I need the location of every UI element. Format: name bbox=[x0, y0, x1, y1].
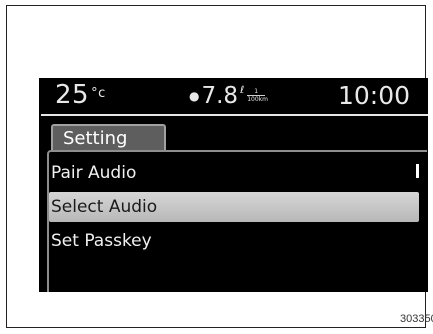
status-bar: 25 °c ●7.8 ℓ 1 100km 10:00 bbox=[39, 78, 428, 116]
menu-title-tab: Setting bbox=[51, 124, 166, 152]
temperature-value: 25 bbox=[55, 80, 90, 110]
status-divider bbox=[41, 114, 428, 116]
temperature-unit: °c bbox=[91, 86, 106, 101]
display-screen: 25 °c ●7.8 ℓ 1 100km 10:00 Setting Pair Audi… bbox=[39, 78, 428, 292]
fraction-numerator: 1 bbox=[254, 88, 259, 95]
fuel-economy-icon: ● bbox=[189, 89, 200, 103]
menu-panel: Pair Audio Select Audio Set Passkey bbox=[47, 150, 427, 292]
menu-item-select-audio[interactable]: Select Audio bbox=[49, 192, 419, 222]
figure-code: 303350 bbox=[400, 313, 433, 325]
fuel-economy-value: 7.8 bbox=[201, 83, 239, 109]
menu-item-set-passkey[interactable]: Set Passkey bbox=[49, 226, 249, 256]
fraction-denominator: 100km bbox=[247, 95, 268, 103]
fuel-economy-unit: ℓ bbox=[240, 85, 245, 96]
menu-item-pair-audio[interactable]: Pair Audio bbox=[49, 158, 249, 188]
figure-frame: 25 °c ●7.8 ℓ 1 100km 10:00 Setting Pair Audi… bbox=[6, 5, 433, 328]
menu-title: Setting bbox=[63, 128, 128, 149]
fuel-economy-fraction: 1 100km bbox=[247, 88, 268, 103]
outside-temperature: 25 °c bbox=[55, 80, 106, 110]
scrollbar[interactable] bbox=[416, 164, 419, 178]
fuel-economy: ●7.8 ℓ 1 100km bbox=[189, 83, 268, 109]
clock: 10:00 bbox=[338, 81, 411, 110]
